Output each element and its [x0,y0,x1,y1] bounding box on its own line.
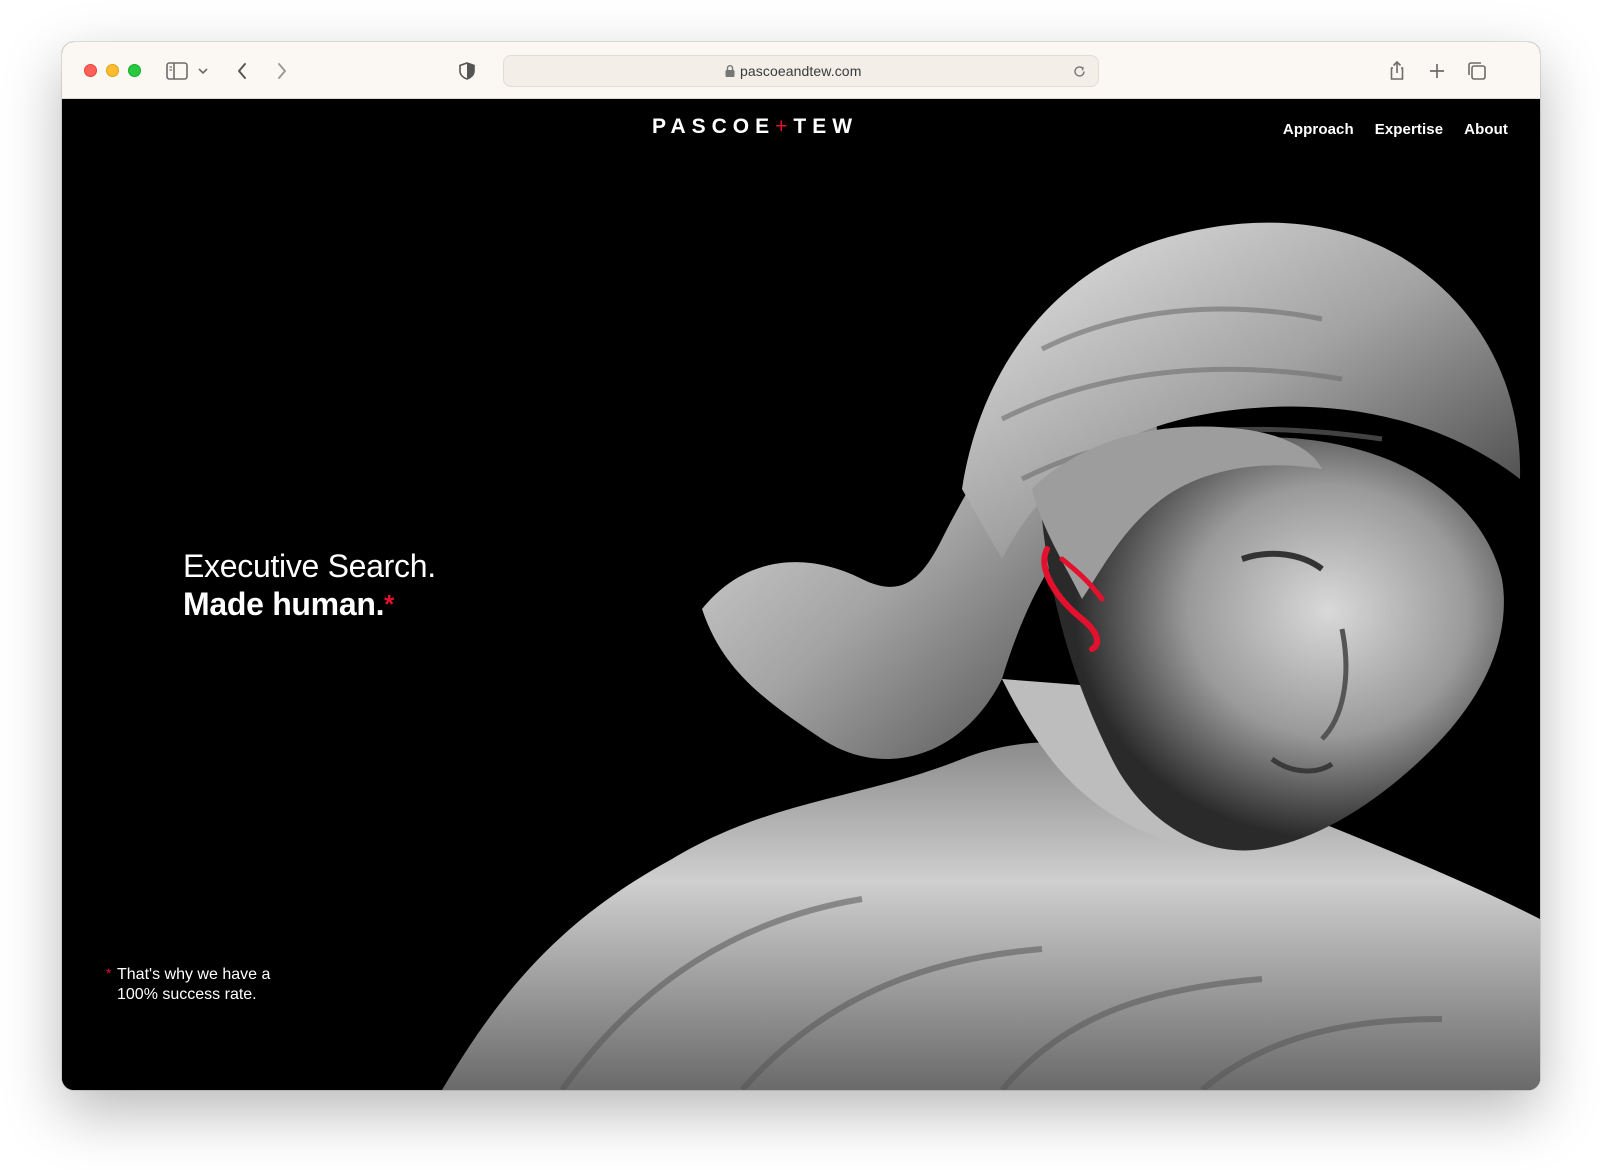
hero-line-2: Made human.* [183,585,436,623]
new-tab-icon[interactable] [1424,58,1450,84]
lock-icon [724,64,736,78]
forward-icon[interactable] [268,58,294,84]
nav-expertise[interactable]: Expertise [1375,121,1443,138]
hero-heading: Executive Search. Made human.* [183,547,436,623]
hero-line-1: Executive Search. [183,548,436,584]
shield-icon[interactable] [454,58,480,84]
main-nav: Approach Expertise About [1283,121,1508,138]
share-icon[interactable] [1384,58,1410,84]
hero-asterisk: * [384,589,394,619]
chevron-down-icon[interactable] [194,58,212,84]
logo-right: TEW [793,115,859,138]
nav-about[interactable]: About [1464,121,1508,138]
footnote: * That's why we have a 100% success rate… [106,965,296,1005]
zoom-window-button[interactable] [128,64,141,77]
footnote-text: That's why we have a 100% success rate. [117,966,271,1003]
site-logo[interactable]: PASCOE+TEW [652,115,858,139]
close-window-button[interactable] [84,64,97,77]
logo-plus: + [775,115,794,138]
browser-toolbar: pascoeandtew.com [62,42,1540,99]
statue-image [442,222,1540,1090]
minimize-window-button[interactable] [106,64,119,77]
reload-icon[interactable] [1071,63,1088,80]
browser-window: pascoeandtew.com PASCOE+TEW Approach Exp… [62,42,1540,1090]
footnote-asterisk: * [106,965,112,981]
nav-approach[interactable]: Approach [1283,121,1354,138]
sidebar-icon[interactable] [164,58,190,84]
url-text: pascoeandtew.com [740,63,862,79]
hero-line-2-text: Made human. [183,586,385,622]
logo-left: PASCOE [652,115,776,138]
address-bar[interactable]: pascoeandtew.com [503,55,1099,87]
web-page: PASCOE+TEW Approach Expertise About Exec… [62,99,1540,1090]
tabs-overview-icon[interactable] [1464,58,1490,84]
back-icon[interactable] [230,58,256,84]
